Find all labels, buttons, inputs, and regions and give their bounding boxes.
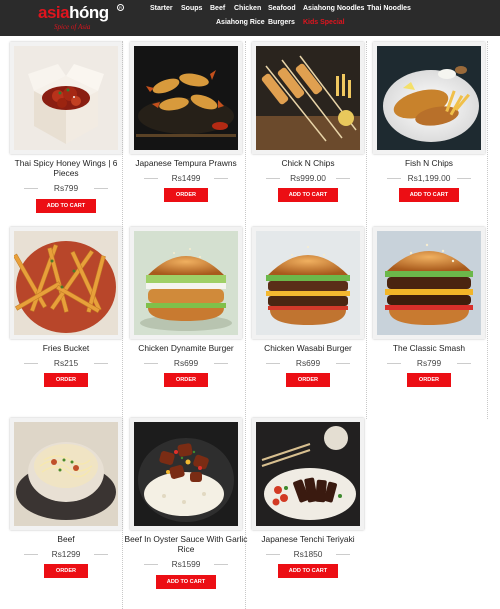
order-button[interactable]: ORDER bbox=[44, 373, 88, 387]
wasabi-burger-photo bbox=[256, 231, 360, 335]
price-divider bbox=[457, 363, 471, 364]
price-divider bbox=[336, 363, 350, 364]
nav-item-asiahong-noodles[interactable]: Asiahong Noodles bbox=[303, 5, 364, 12]
nav-item-thai-noodles[interactable]: Thai Noodles bbox=[367, 5, 411, 12]
price-divider bbox=[387, 178, 401, 179]
fries-photo bbox=[14, 231, 118, 335]
product-name[interactable]: Chick N Chips bbox=[246, 158, 370, 168]
price-divider bbox=[24, 554, 38, 555]
product-name[interactable]: Thai Spicy Honey Wings | 6 Pieces bbox=[4, 158, 128, 178]
product-image[interactable] bbox=[130, 418, 242, 530]
add-to-cart-button[interactable]: ADD TO CART bbox=[278, 188, 338, 202]
price-divider bbox=[387, 363, 401, 364]
product-price: Rs799 bbox=[387, 358, 471, 368]
product-name[interactable]: The Classic Smash bbox=[367, 343, 491, 353]
product-price: Rs1599 bbox=[144, 559, 228, 569]
price-divider bbox=[266, 554, 280, 555]
nav-item-starter[interactable]: Starter bbox=[150, 5, 173, 12]
nav-item-asiahong-rice[interactable]: Asiahong Rice bbox=[216, 19, 265, 26]
column-divider bbox=[366, 41, 367, 419]
product-name[interactable]: Beef bbox=[4, 534, 128, 544]
price-divider bbox=[214, 564, 228, 565]
price-divider bbox=[94, 554, 108, 555]
nav-item-chicken[interactable]: Chicken bbox=[234, 5, 261, 12]
order-button[interactable]: ORDER bbox=[164, 188, 208, 202]
site-header: asiahóng R Spice of Asia Starter Soups B… bbox=[0, 0, 500, 36]
product-price: Rs1850 bbox=[266, 549, 350, 559]
main-nav: Starter Soups Beef Chicken Seafood Asiah… bbox=[0, 0, 500, 36]
product-price: Rs215 bbox=[24, 358, 108, 368]
product-image[interactable] bbox=[130, 42, 242, 154]
nav-item-kids-special[interactable]: Kids Special bbox=[303, 19, 345, 26]
product-image[interactable] bbox=[373, 42, 485, 154]
price-divider bbox=[457, 178, 471, 179]
order-button[interactable]: ORDER bbox=[164, 373, 208, 387]
price-divider bbox=[214, 363, 228, 364]
product-name[interactable]: Beef In Oyster Sauce With Garlic Rice bbox=[124, 534, 248, 554]
product-name[interactable]: Fish N Chips bbox=[367, 158, 491, 168]
price-divider bbox=[214, 178, 228, 179]
product-image[interactable] bbox=[252, 227, 364, 339]
order-button[interactable]: ORDER bbox=[44, 564, 88, 578]
price-divider bbox=[94, 363, 108, 364]
price-divider bbox=[144, 363, 158, 364]
nav-item-beef[interactable]: Beef bbox=[210, 5, 225, 12]
product-price: Rs699 bbox=[266, 358, 350, 368]
column-divider bbox=[245, 41, 246, 609]
product-image[interactable] bbox=[130, 227, 242, 339]
smash-burger-photo bbox=[377, 231, 481, 335]
price-divider bbox=[24, 363, 38, 364]
column-divider bbox=[487, 41, 488, 419]
beef-noodle-soup-photo bbox=[14, 422, 118, 526]
price-divider bbox=[336, 554, 350, 555]
product-name[interactable]: Chicken Dynamite Burger bbox=[124, 343, 248, 353]
add-to-cart-button[interactable]: ADD TO CART bbox=[156, 575, 216, 589]
product-price: Rs1299 bbox=[24, 549, 108, 559]
chicken-skewers-photo bbox=[256, 46, 360, 150]
price-divider bbox=[144, 178, 158, 179]
add-to-cart-button[interactable]: ADD TO CART bbox=[278, 564, 338, 578]
wings-box-photo bbox=[14, 46, 118, 150]
product-name[interactable]: Japanese Tenchi Teriyaki bbox=[246, 534, 370, 544]
price-divider bbox=[94, 188, 108, 189]
chicken-burger-photo bbox=[134, 231, 238, 335]
product-name[interactable]: Chicken Wasabi Burger bbox=[246, 343, 370, 353]
product-price: Rs1499 bbox=[144, 173, 228, 183]
product-price: Rs699 bbox=[144, 358, 228, 368]
price-divider bbox=[144, 564, 158, 565]
product-price: Rs799 bbox=[24, 183, 108, 193]
product-image[interactable] bbox=[252, 418, 364, 530]
product-image[interactable] bbox=[373, 227, 485, 339]
add-to-cart-button[interactable]: ADD TO CART bbox=[399, 188, 459, 202]
price-divider bbox=[336, 178, 350, 179]
product-image[interactable] bbox=[10, 227, 122, 339]
price-divider bbox=[266, 178, 280, 179]
product-image[interactable] bbox=[252, 42, 364, 154]
order-button[interactable]: ORDER bbox=[286, 373, 330, 387]
add-to-cart-button[interactable]: ADD TO CART bbox=[36, 199, 96, 213]
fish-and-chips-photo bbox=[377, 46, 481, 150]
product-price: Rs1,199.00 bbox=[387, 173, 471, 183]
product-image[interactable] bbox=[10, 418, 122, 530]
nav-item-burgers[interactable]: Burgers bbox=[268, 19, 295, 26]
beef-rice-photo bbox=[134, 422, 238, 526]
price-divider bbox=[266, 363, 280, 364]
tempura-prawns-photo bbox=[134, 46, 238, 150]
order-button[interactable]: ORDER bbox=[407, 373, 451, 387]
product-price: Rs999.00 bbox=[266, 173, 350, 183]
product-name[interactable]: Japanese Tempura Prawns bbox=[124, 158, 248, 168]
product-image[interactable] bbox=[10, 42, 122, 154]
price-divider bbox=[24, 188, 38, 189]
product-name[interactable]: Fries Bucket bbox=[4, 343, 128, 353]
teriyaki-plate-photo bbox=[256, 422, 360, 526]
nav-item-seafood[interactable]: Seafood bbox=[268, 5, 296, 12]
column-divider bbox=[122, 41, 123, 609]
nav-item-soups[interactable]: Soups bbox=[181, 5, 202, 12]
